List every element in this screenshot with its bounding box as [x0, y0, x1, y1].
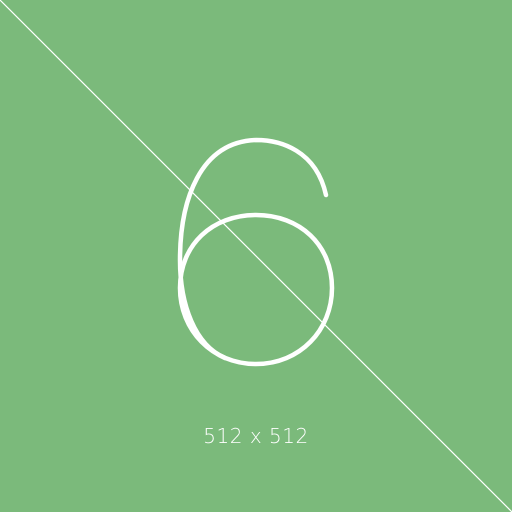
dimensions-caption: 512 x 512 [203, 424, 309, 448]
placeholder-tile: 6 512 x 512 [0, 0, 512, 512]
